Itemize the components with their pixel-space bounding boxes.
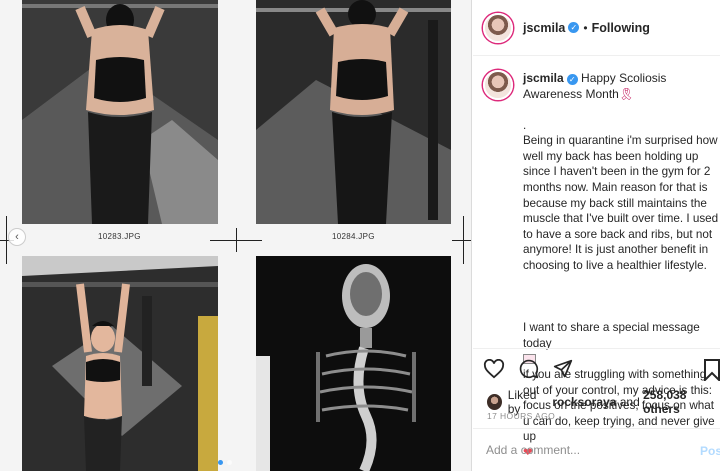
crop-mark (463, 216, 464, 264)
photo-front-pullup (22, 256, 218, 471)
ribbon-icon: 🎗 (618, 87, 635, 101)
post-header: jscmila ✓ • Following (473, 0, 720, 56)
liker-avatar[interactable] (487, 394, 502, 410)
liker-username[interactable]: rocksoraya (552, 395, 616, 409)
crop-mark (452, 240, 471, 241)
post-comment-button[interactable]: Post (700, 444, 720, 458)
gallery-indicator (218, 460, 232, 465)
verified-icon: ✓ (568, 22, 580, 33)
heart-outline-icon[interactable] (483, 359, 505, 379)
caption-paragraph-2a: I want to share a special message today (523, 321, 700, 350)
caption-paragraph-1: . Being in quarantine i'm surprised how … (523, 118, 719, 272)
crop-mark (6, 216, 7, 264)
comment-input[interactable] (486, 443, 686, 457)
caption-username[interactable]: jscmila (523, 71, 564, 85)
header-separator: • (583, 20, 588, 35)
post-timestamp[interactable]: 17 HOURS AGO (487, 411, 555, 421)
previous-photo-button[interactable]: ‹ (8, 228, 26, 246)
file-name-right: 10284.JPG (332, 232, 375, 241)
caption-avatar[interactable] (483, 70, 513, 100)
verified-icon: ✓ (566, 74, 578, 85)
post-sidebar: jscmila ✓ • Following jscmila ✓ Happy Sco… (473, 0, 720, 471)
photo-spine-xray (256, 256, 451, 471)
file-name-left: 10283.JPG (98, 232, 141, 241)
crop-mark (236, 228, 237, 252)
likes-count[interactable]: 258,038 others (643, 388, 720, 416)
save-icon[interactable] (704, 359, 720, 386)
gallery-dot-active (218, 460, 223, 465)
gallery-dot (227, 460, 232, 465)
header-username[interactable]: jscmila (523, 21, 565, 35)
post-media: 10283.JPG 10284.JPG ‹ (0, 0, 472, 471)
photo-back-pullup-1 (22, 0, 218, 224)
comment-box: Post (473, 428, 720, 471)
photo-back-pullup-2 (256, 0, 451, 224)
comment-icon[interactable] (519, 359, 539, 379)
avatar[interactable] (483, 12, 513, 43)
share-icon[interactable] (553, 359, 573, 379)
following-button[interactable]: Following (592, 21, 650, 35)
likes-joiner: and (619, 395, 640, 409)
